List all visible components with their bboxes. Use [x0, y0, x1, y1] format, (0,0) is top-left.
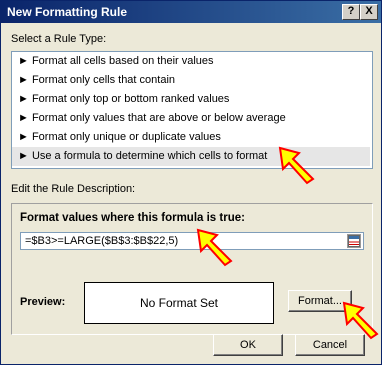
rule-type-top-bottom[interactable]: ► Format only top or bottom ranked value…	[12, 90, 370, 109]
annotation-arrow-icon	[342, 301, 379, 340]
annotation-arrow-icon	[278, 146, 315, 185]
select-rule-type-label: Select a Rule Type:	[11, 33, 107, 45]
dialog-title: New Formatting Rule	[7, 5, 128, 19]
range-picker-icon[interactable]	[347, 234, 361, 248]
rule-type-list[interactable]: ► Format all cells based on their values…	[11, 51, 373, 169]
annotation-arrow-icon	[196, 228, 233, 267]
help-button[interactable]: ?	[342, 4, 360, 20]
formula-value: =$B3>=LARGE($B$3:$B$22,5)	[25, 235, 179, 247]
formula-input[interactable]: =$B3>=LARGE($B$3:$B$22,5)	[20, 232, 364, 250]
rule-description-panel: Format values where this formula is true…	[11, 203, 373, 335]
ok-button[interactable]: OK	[213, 334, 283, 356]
edit-rule-description-label: Edit the Rule Description:	[11, 183, 136, 195]
rule-type-cells-contain[interactable]: ► Format only cells that contain	[12, 71, 370, 90]
rule-type-above-below-average[interactable]: ► Format only values that are above or b…	[12, 109, 370, 128]
close-button[interactable]: X	[360, 4, 378, 20]
preview-label: Preview:	[20, 296, 66, 308]
preview-box: No Format Set	[84, 282, 274, 324]
title-bar: New Formatting Rule ? X	[1, 1, 381, 23]
new-formatting-rule-dialog: New Formatting Rule ? X Select a Rule Ty…	[0, 0, 382, 365]
formula-heading: Format values where this formula is true…	[20, 212, 245, 224]
rule-type-all-cells[interactable]: ► Format all cells based on their values	[12, 52, 370, 71]
